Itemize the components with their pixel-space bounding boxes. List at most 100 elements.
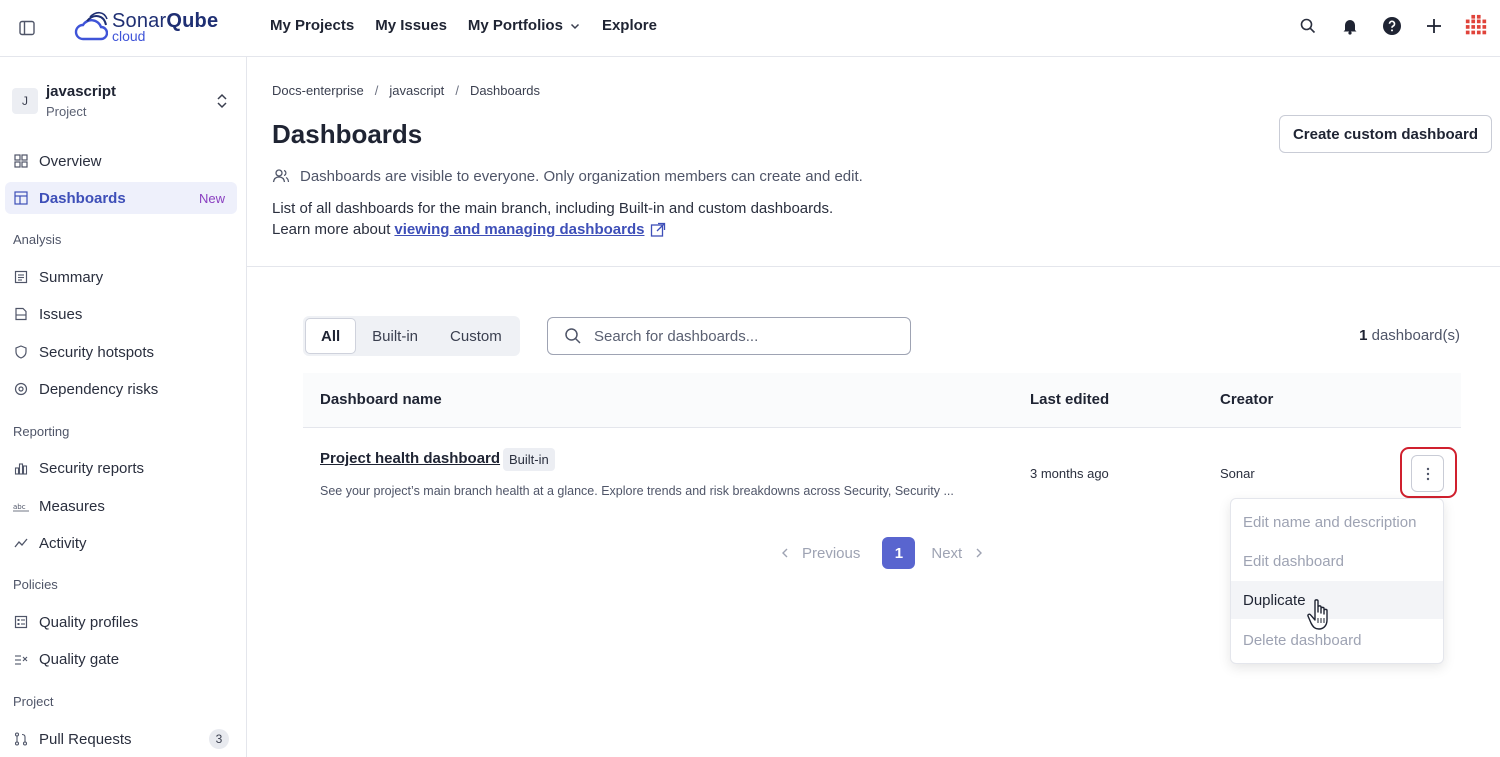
row-actions-button[interactable] <box>1411 455 1444 492</box>
sidebar-item-activity[interactable]: Activity <box>5 527 237 559</box>
menu-item-delete-dashboard[interactable]: Delete dashboard <box>1231 621 1443 659</box>
dashboard-name-link[interactable]: Project health dashboard <box>320 450 500 467</box>
visibility-text: Dashboards are visible to everyone. Only… <box>300 167 863 185</box>
grid-icon <box>13 153 29 169</box>
cloud-logo-icon <box>74 11 108 41</box>
sidebar-item-measures[interactable]: abc Measures <box>5 490 237 522</box>
sidebar-item-label: Quality gate <box>39 650 120 668</box>
learn-more: Learn more about viewing and managing da… <box>272 221 666 238</box>
section-project: Project <box>13 694 54 709</box>
user-avatar-icon[interactable] <box>1464 14 1488 38</box>
chevron-right-icon <box>976 548 983 558</box>
sidebar-item-label: Dashboards <box>39 189 126 207</box>
sidebar-item-overview[interactable]: Overview <box>5 145 237 177</box>
sidebar-item-dependency-risks[interactable]: Dependency risks <box>5 373 237 405</box>
dashboard-count: 1 dashboard(s) <box>1359 327 1460 344</box>
sidebar-item-quality-gate[interactable]: Quality gate <box>5 643 237 675</box>
filter-all[interactable]: All <box>305 318 357 354</box>
summary-icon <box>13 269 29 285</box>
users-icon <box>272 169 290 183</box>
bell-icon[interactable] <box>1338 14 1362 38</box>
project-selector[interactable]: J javascript Project <box>12 83 238 123</box>
page-title: Dashboards <box>272 119 423 149</box>
sidebar-item-label: Dependency risks <box>39 380 159 398</box>
top-bar: SonarQube cloud My Projects My Issues My… <box>0 0 1500 57</box>
sidebar-item-dashboards[interactable]: Dashboards New <box>5 182 237 214</box>
sidebar-item-security-hotspots[interactable]: Security hotspots <box>5 336 237 368</box>
sidebar-item-label: Activity <box>39 534 87 552</box>
search-input[interactable] <box>594 327 894 345</box>
column-creator: Creator <box>1220 391 1274 408</box>
section-reporting: Reporting <box>13 424 70 439</box>
sidebar-item-issues[interactable]: Issues <box>5 298 237 330</box>
menu-item-edit-name[interactable]: Edit name and description <box>1231 503 1443 541</box>
activity-icon <box>13 535 29 551</box>
kebab-menu-icon <box>1426 467 1429 480</box>
learn-more-prefix: Learn more about <box>272 221 391 238</box>
external-link-icon[interactable] <box>650 222 666 238</box>
project-name: javascript <box>46 83 117 100</box>
pagination: Previous 1 Next <box>780 537 984 569</box>
svg-text:abc: abc <box>13 503 26 511</box>
page-header: Docs-enterprise / javascript / Dashboards Da… <box>247 57 1500 267</box>
chevron-up-down-icon <box>217 93 227 109</box>
sidebar-item-label: Summary <box>39 268 104 286</box>
sidebar-item-summary[interactable]: Summary <box>5 261 237 293</box>
pull-request-icon <box>13 731 29 747</box>
project-type: Project <box>46 104 87 119</box>
shield-icon <box>13 344 29 360</box>
issues-icon <box>13 306 29 322</box>
sidebar-item-quality-profiles[interactable]: Quality profiles <box>5 606 237 638</box>
sidebar-item-security-reports[interactable]: Security reports <box>5 452 237 484</box>
sidebar-item-pull-requests[interactable]: Pull Requests 3 <box>5 723 237 755</box>
sidebar-toggle-icon[interactable] <box>17 18 37 38</box>
project-avatar: J <box>12 88 38 114</box>
row-actions-menu: Edit name and description Edit dashboard… <box>1230 498 1444 664</box>
breadcrumb-item[interactable]: Docs-enterprise <box>272 83 364 98</box>
sidebar-item-label: Pull Requests <box>39 730 132 748</box>
pull-requests-count: 3 <box>209 729 229 749</box>
next-page-button[interactable]: Next <box>931 545 984 562</box>
top-actions <box>1296 14 1488 38</box>
next-label: Next <box>931 544 963 562</box>
previous-page-button[interactable]: Previous <box>780 545 860 562</box>
visibility-note: Dashboards are visible to everyone. Only… <box>272 167 863 185</box>
nav-my-portfolios[interactable]: My Portfolios <box>468 17 581 34</box>
learn-more-link[interactable]: viewing and managing dashboards <box>394 221 644 238</box>
built-in-tag: Built-in <box>503 448 555 471</box>
nav-explore[interactable]: Explore <box>602 17 657 34</box>
help-icon[interactable] <box>1380 14 1404 38</box>
nav-my-issues[interactable]: My Issues <box>375 17 447 34</box>
dashboard-icon <box>13 190 29 206</box>
dependency-icon <box>13 381 29 397</box>
creator-value: Sonar <box>1220 466 1255 481</box>
breadcrumb-item-current: Dashboards <box>469 83 541 98</box>
dashboard-type-filter: All Built-in Custom <box>303 316 520 356</box>
breadcrumb-item[interactable]: javascript <box>389 83 444 98</box>
menu-item-edit-dashboard[interactable]: Edit dashboard <box>1231 542 1443 580</box>
chevron-down-icon <box>570 23 579 29</box>
measures-icon: abc <box>13 498 29 514</box>
nav-my-projects[interactable]: My Projects <box>270 17 354 34</box>
quality-gate-icon <box>13 651 29 667</box>
section-policies: Policies <box>13 577 58 592</box>
logo-brand-b: Qube <box>166 10 219 32</box>
plus-icon[interactable] <box>1422 14 1446 38</box>
search-icon[interactable] <box>1296 14 1320 38</box>
sonarqube-logo[interactable]: SonarQube cloud <box>74 9 218 45</box>
sidebar-item-label: Issues <box>39 305 83 323</box>
create-custom-dashboard-button[interactable]: Create custom dashboard <box>1278 115 1492 153</box>
sidebar-item-label: Overview <box>39 152 102 170</box>
table-header: Dashboard name Last edited Creator <box>303 373 1461 428</box>
search-box <box>547 317 911 355</box>
filter-built-in[interactable]: Built-in <box>356 318 434 354</box>
sidebar-item-label: Security hotspots <box>39 343 155 361</box>
sidebar-item-label: Security reports <box>39 459 145 477</box>
current-page-button[interactable]: 1 <box>882 537 916 569</box>
menu-item-duplicate[interactable]: Duplicate <box>1231 581 1443 619</box>
filter-custom[interactable]: Custom <box>434 318 518 354</box>
nav-my-portfolios-label: My Portfolios <box>467 17 563 34</box>
sidebar: J javascript Project Overview Dashboards… <box>0 57 247 757</box>
sidebar-item-label: Measures <box>39 497 105 515</box>
new-badge: New <box>198 190 225 206</box>
